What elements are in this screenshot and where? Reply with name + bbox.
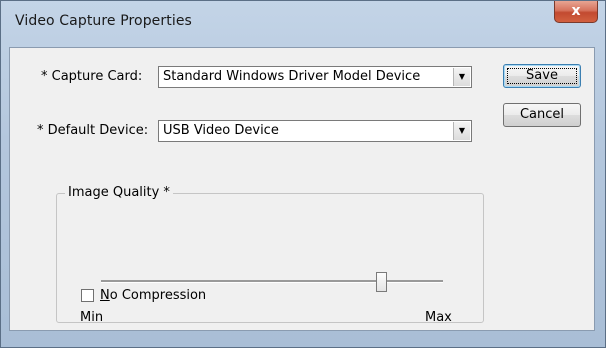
image-quality-label: Image Quality * bbox=[65, 185, 173, 200]
no-compression-text: o Compression bbox=[109, 288, 207, 303]
cancel-button-label: Cancel bbox=[519, 107, 565, 122]
title-bar: Video Capture Properties x bbox=[1, 1, 605, 45]
chevron-down-icon[interactable]: ▼ bbox=[453, 122, 470, 140]
no-compression-label[interactable]: No Compression bbox=[100, 288, 206, 303]
mnemonic-letter: N bbox=[100, 288, 110, 303]
save-button-label: Save bbox=[526, 68, 558, 83]
close-button[interactable]: x bbox=[554, 1, 598, 23]
save-button[interactable]: Save bbox=[503, 64, 581, 88]
slider-max-label: Max bbox=[425, 310, 452, 325]
slider-min-label: Min bbox=[80, 310, 104, 325]
default-device-select[interactable]: USB Video Device ▼ bbox=[158, 120, 472, 142]
quality-slider-thumb[interactable] bbox=[375, 272, 387, 292]
image-quality-group: Image Quality * Min Max bbox=[56, 185, 484, 325]
capture-card-label: * Capture Card: bbox=[41, 69, 143, 84]
close-icon: x bbox=[571, 3, 581, 19]
dialog-window: Video Capture Properties x * Capture Car… bbox=[0, 0, 606, 348]
capture-card-value: Standard Windows Driver Model Device bbox=[163, 69, 421, 84]
window-title: Video Capture Properties bbox=[15, 13, 192, 29]
quality-slider-track[interactable] bbox=[101, 280, 443, 283]
capture-card-select[interactable]: Standard Windows Driver Model Device ▼ bbox=[158, 66, 472, 88]
cancel-button[interactable]: Cancel bbox=[503, 103, 581, 127]
default-device-value: USB Video Device bbox=[163, 123, 279, 138]
chevron-down-icon[interactable]: ▼ bbox=[453, 68, 470, 86]
dialog-content: * Capture Card: Standard Windows Driver … bbox=[9, 47, 595, 331]
default-device-label: * Default Device: bbox=[37, 123, 149, 138]
no-compression-checkbox[interactable] bbox=[81, 289, 94, 302]
